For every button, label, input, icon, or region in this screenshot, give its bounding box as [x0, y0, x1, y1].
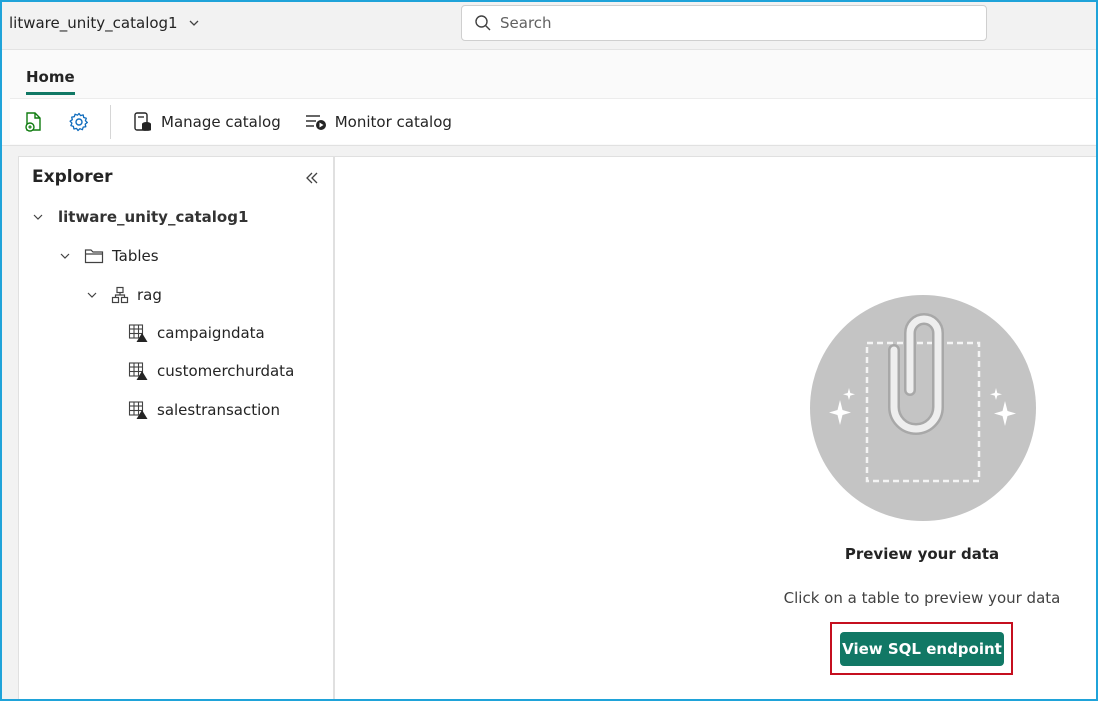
toolbar: Manage catalog Monitor catalog	[10, 98, 1096, 144]
manage-catalog-label: Manage catalog	[161, 112, 281, 131]
ribbon: Home Manage catalog Monitor catalog	[0, 50, 1098, 146]
settings-button[interactable]	[56, 102, 102, 142]
tree-item-label: campaigndata	[157, 324, 265, 342]
gear-icon	[69, 112, 88, 131]
workspace-switcher[interactable]: litware_unity_catalog1	[9, 14, 200, 32]
monitor-catalog-button[interactable]: Monitor catalog	[293, 102, 464, 142]
manage-catalog-icon	[134, 111, 151, 131]
preview-title: Preview your data	[335, 545, 1097, 563]
tree-item-table[interactable]: campaigndata	[128, 321, 265, 345]
paperclip-illustration	[810, 295, 1036, 521]
top-bar: litware_unity_catalog1	[0, 0, 1098, 50]
manage-catalog-button[interactable]: Manage catalog	[121, 102, 293, 142]
workspace-title: litware_unity_catalog1	[9, 14, 178, 32]
document-refresh-icon	[25, 111, 41, 132]
new-notebook-button[interactable]	[10, 102, 56, 142]
preview-description: Click on a table to preview your data	[783, 589, 1061, 607]
search-icon	[475, 15, 491, 31]
monitor-catalog-icon	[305, 114, 326, 130]
tree-item-label: Tables	[112, 247, 159, 265]
schema-icon	[111, 286, 129, 304]
view-sql-endpoint-button[interactable]: View SQL endpoint	[840, 632, 1004, 666]
tree-item-label: litware_unity_catalog1	[58, 208, 249, 226]
explorer-panel: Explorer litware_unity_catalog1 Tables r…	[18, 156, 334, 701]
toolbar-divider	[110, 104, 111, 139]
chevron-down-icon	[189, 20, 199, 26]
main-content: Preview your data Click on a table to pr…	[334, 156, 1096, 701]
tree-item-tables[interactable]: Tables	[58, 244, 159, 268]
collapse-explorer-button[interactable]	[301, 167, 323, 189]
search-box[interactable]	[461, 5, 987, 41]
chevron-down-icon	[85, 288, 99, 302]
tab-home[interactable]: Home	[26, 68, 75, 95]
preview-title-text: Preview your data	[844, 545, 1000, 563]
tree-item-label: customerchurdata	[157, 362, 295, 380]
chevron-down-icon	[58, 249, 72, 263]
explorer-title: Explorer	[32, 167, 113, 187]
double-chevron-left-icon	[306, 172, 318, 184]
table-icon	[128, 362, 148, 380]
tree-item-label: salestransaction	[157, 401, 280, 419]
chevron-down-icon	[31, 210, 45, 224]
tree-item-label: rag	[137, 286, 162, 304]
tree-item-catalog[interactable]: litware_unity_catalog1	[31, 205, 248, 229]
folder-icon	[84, 249, 104, 264]
tree-item-table[interactable]: customerchurdata	[128, 359, 294, 383]
tree-item-table[interactable]: salestransaction	[128, 398, 280, 422]
search-input[interactable]	[500, 14, 970, 32]
tree-item-schema[interactable]: rag	[85, 283, 162, 307]
table-icon	[128, 401, 148, 419]
table-icon	[128, 324, 148, 342]
monitor-catalog-label: Monitor catalog	[334, 112, 452, 131]
